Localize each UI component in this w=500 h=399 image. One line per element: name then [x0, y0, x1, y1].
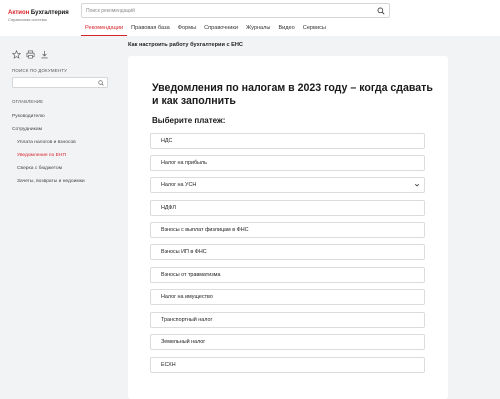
toc-item-budget-reconciliation[interactable]: Сверка с бюджетом	[12, 162, 85, 175]
payment-option[interactable]: Взносы от травматизма	[150, 267, 425, 283]
nav-item-recommendations[interactable]: Рекомендации	[81, 23, 128, 36]
document-tools	[12, 50, 49, 59]
logo-subtitle: Справочная система	[8, 17, 47, 22]
nav-item-reference[interactable]: Справочники	[200, 23, 242, 36]
article-card: Уведомления по налогам в 2023 году – ког…	[128, 56, 448, 399]
chevron-down-icon	[414, 183, 420, 187]
payment-option[interactable]: Земельный налог	[150, 334, 425, 350]
payment-option[interactable]: НДС	[150, 133, 425, 149]
payment-option[interactable]: НДФЛ	[150, 200, 425, 216]
toc-label: ОГЛАВЛЕНИЕ	[12, 99, 44, 104]
toc-item-managers[interactable]: Руководителю	[12, 110, 85, 123]
payment-prompt: Выберите платеж:	[152, 116, 226, 125]
document-search-input[interactable]	[12, 77, 108, 88]
payment-option[interactable]: Взносы ИП в ФНС	[150, 244, 425, 260]
search-icon[interactable]	[377, 7, 385, 15]
payment-option[interactable]: ЕСХН	[150, 357, 425, 373]
search-box[interactable]	[81, 3, 390, 18]
logo-title: Актион Бухгалтерия	[8, 10, 69, 16]
logo[interactable]: Актион Бухгалтерия Справочная система	[8, 10, 69, 22]
search-input[interactable]	[86, 6, 366, 16]
nav-item-services[interactable]: Сервисы	[299, 23, 330, 36]
nav-item-journals[interactable]: Журналы	[242, 23, 274, 36]
payment-option[interactable]: Транспортный налог	[150, 312, 425, 328]
toc-item-tax-payments[interactable]: Уплата налогов и взносов	[12, 136, 85, 149]
nav-item-legal-base[interactable]: Правовая база	[127, 23, 174, 36]
payment-dropdown[interactable]: Налог на УСН	[150, 177, 425, 193]
breadcrumb[interactable]: Как настроить работу бухгалтерии с ЕНС	[128, 42, 243, 48]
payment-option[interactable]: Налог на прибыль	[150, 155, 425, 171]
main-nav: Рекомендации Правовая база Формы Справоч…	[81, 23, 330, 36]
document-search-label: ПОИСК ПО ДОКУМЕНТУ	[12, 68, 68, 73]
payment-option[interactable]: Налог на имущество	[150, 289, 425, 305]
toc-item-enp-notices[interactable]: Уведомления по ЕНП	[12, 149, 85, 162]
star-icon[interactable]	[12, 50, 21, 59]
toc-item-staff[interactable]: Сотрудникам	[12, 123, 85, 136]
print-icon[interactable]	[26, 50, 35, 59]
logo-brand: Актион	[8, 10, 30, 16]
logo-name: Бухгалтерия	[29, 10, 69, 16]
payment-dropdown-label: Налог на УСН	[161, 182, 197, 188]
nav-item-forms[interactable]: Формы	[174, 23, 200, 36]
header: Актион Бухгалтерия Справочная система Ре…	[0, 0, 500, 36]
table-of-contents: Руководителю Сотрудникам Уплата налогов …	[12, 110, 85, 188]
search-icon[interactable]	[98, 80, 104, 86]
toc-item-offsets-refunds[interactable]: Зачеты, возвраты и недоимки	[12, 175, 85, 188]
payment-option[interactable]: Взносы с выплат физлицам в ФНС	[150, 222, 425, 238]
nav-item-video[interactable]: Видео	[274, 23, 298, 36]
page-title: Уведомления по налогам в 2023 году – ког…	[152, 82, 433, 107]
subheader: Как настроить работу бухгалтерии с ЕНС	[0, 36, 500, 56]
download-icon[interactable]	[40, 50, 49, 59]
